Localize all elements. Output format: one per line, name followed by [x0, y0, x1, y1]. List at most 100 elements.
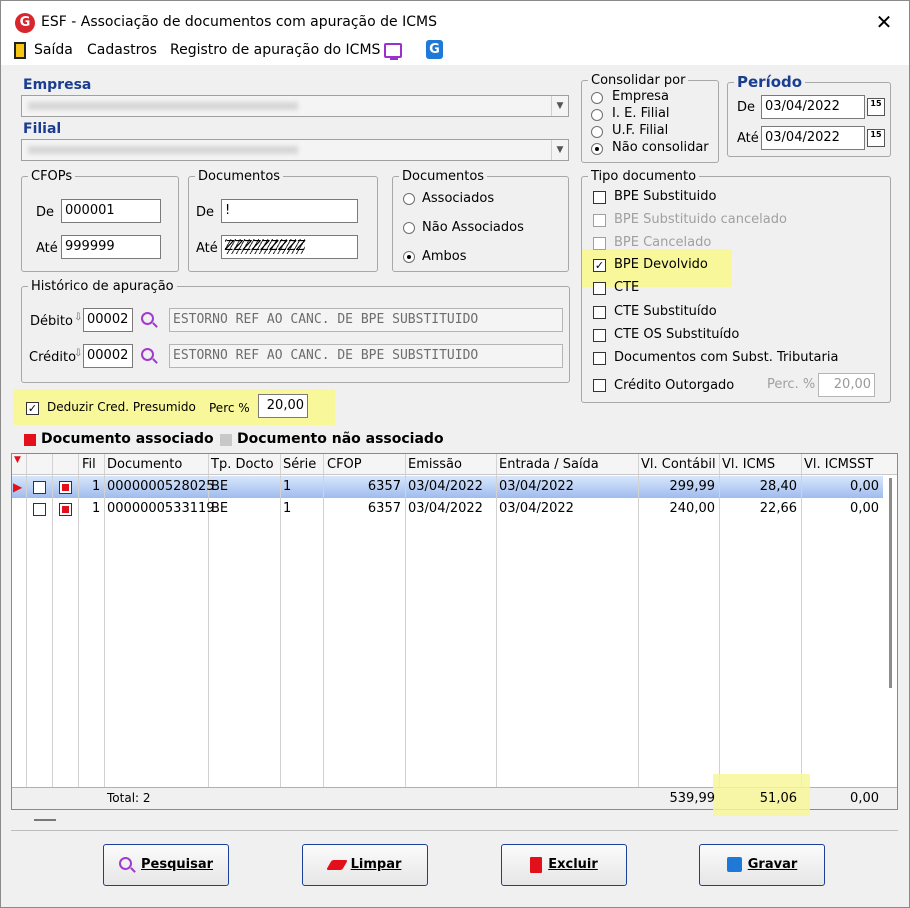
radio-ambos[interactable]: [403, 251, 415, 263]
checkbox-bpe-devolvido[interactable]: ✓: [593, 259, 606, 272]
cfops-de-input[interactable]: 000001: [61, 199, 161, 223]
radio-nao-associados[interactable]: [403, 222, 415, 234]
col-vl-icms[interactable]: Vl. ICMS: [722, 457, 775, 472]
documentos-ate-input[interactable]: ZZZZZZZZZ: [221, 235, 358, 259]
chevron-down-icon[interactable]: ▼: [551, 96, 568, 116]
gravar-button[interactable]: Gravar: [699, 844, 825, 886]
vertical-scrollbar[interactable]: [885, 476, 897, 786]
cfops-ate-input[interactable]: 999999: [61, 235, 161, 259]
checkbox-bpe-substituido[interactable]: [593, 191, 606, 204]
radio-associados[interactable]: [403, 193, 415, 205]
scrollbar-thumb[interactable]: [889, 478, 892, 688]
perc-outorgado-input: 20,00: [818, 373, 875, 397]
cell-vl-contabil: 299,99: [669, 479, 716, 494]
window-title: ESF - Associação de documentos com apura…: [41, 14, 437, 30]
col-emissao[interactable]: Emissão: [408, 457, 462, 472]
filial-blurred-value: [28, 146, 298, 154]
search-icon[interactable]: [141, 348, 154, 361]
horizontal-scroll-handle[interactable]: [34, 819, 56, 821]
col-tp-docto[interactable]: Tp. Docto: [211, 457, 274, 472]
row-checkbox[interactable]: [33, 503, 46, 516]
label-cte-os-substituido[interactable]: CTE OS Substituído: [614, 327, 739, 342]
radio-nao-associados-label[interactable]: Não Associados: [422, 220, 524, 235]
cell-serie: 1: [283, 501, 292, 516]
col-vl-icmsst[interactable]: Vl. ICMSST: [804, 457, 873, 472]
label-credito-outorgado[interactable]: Crédito Outorgado: [614, 378, 734, 393]
chevron-down-icon[interactable]: ▼: [551, 140, 568, 160]
menu-cadastros[interactable]: Cadastros: [87, 42, 157, 58]
exit-door-icon[interactable]: [14, 42, 26, 59]
credito-code-input[interactable]: 00002: [83, 344, 133, 368]
label-bpe-substituido[interactable]: BPE Substituido: [614, 189, 716, 204]
radio-uf-filial[interactable]: [591, 126, 603, 138]
documentos-de-input[interactable]: !: [221, 199, 358, 223]
pesquisar-button[interactable]: Pesquisar: [103, 844, 229, 886]
col-entrada-saida[interactable]: Entrada / Saída: [499, 457, 599, 472]
gravar-label: Gravar: [747, 857, 798, 872]
radio-nao-consolidar-label[interactable]: Não consolidar: [612, 140, 709, 155]
limpar-label: Limpar: [350, 857, 402, 872]
consolidar-legend: Consolidar por: [591, 73, 686, 88]
menu-registro-apuracao[interactable]: Registro de apuração do ICMS: [170, 42, 380, 58]
cell-vl-contabil: 240,00: [669, 501, 716, 516]
calendar-icon[interactable]: 15: [867, 129, 885, 147]
radio-ie-filial[interactable]: [591, 109, 603, 121]
cell-cfop: 6357: [367, 479, 401, 494]
col-documento[interactable]: Documento: [107, 457, 182, 472]
limpar-button[interactable]: Limpar: [302, 844, 428, 886]
legend-associado-label: Documento associado: [41, 431, 214, 447]
deduzir-perc-input[interactable]: 20,00: [258, 394, 308, 418]
radio-ie-filial-label[interactable]: I. E. Filial: [612, 106, 670, 121]
excluir-button[interactable]: Excluir: [501, 844, 627, 886]
menu-saida[interactable]: Saída: [34, 42, 73, 58]
checkbox-subst-tributaria[interactable]: [593, 352, 606, 365]
checkbox-deduzir[interactable]: ✓: [26, 402, 39, 415]
row-status-icon: [59, 503, 72, 516]
credito-desc-input: ESTORNO REF AO CANC. DE BPE SUBSTITUIDO: [169, 344, 563, 368]
periodo-de-input[interactable]: 03/04/2022: [761, 95, 865, 119]
col-fil[interactable]: Fil: [82, 457, 96, 472]
label-bpe-cancelado: BPE Cancelado: [614, 235, 712, 250]
radio-ambos-label[interactable]: Ambos: [422, 249, 467, 264]
radio-associados-label[interactable]: Associados: [422, 191, 494, 206]
eraser-icon: [325, 859, 348, 870]
debito-label: Débito: [30, 314, 73, 329]
empresa-select[interactable]: ▼: [21, 95, 569, 117]
deduzir-label[interactable]: Deduzir Cred. Presumido: [47, 400, 196, 414]
checkbox-credito-outorgado[interactable]: [593, 379, 606, 392]
row-checkbox[interactable]: [33, 481, 46, 494]
col-vl-contabil[interactable]: Vl. Contábil: [641, 457, 716, 472]
label-cte-substituido[interactable]: CTE Substituído: [614, 304, 717, 319]
col-serie[interactable]: Série: [283, 457, 316, 472]
cell-vl-icmsst: 0,00: [850, 501, 879, 516]
total-vl-contabil: 539,99: [669, 791, 716, 806]
radio-nao-consolidar[interactable]: [591, 143, 603, 155]
periodo-ate-input[interactable]: 03/04/2022: [761, 126, 865, 150]
search-icon[interactable]: [141, 312, 154, 325]
label-bpe-devolvido[interactable]: BPE Devolvido: [614, 257, 708, 272]
g-app-icon[interactable]: G: [426, 40, 443, 59]
cell-fil: 1: [92, 479, 101, 494]
main-window: G ESF - Associação de documentos com apu…: [0, 0, 910, 908]
monitor-icon[interactable]: [384, 43, 402, 60]
calendar-icon[interactable]: 15: [867, 98, 885, 116]
label-subst-tributaria[interactable]: Documentos com Subst. Tributaria: [614, 350, 838, 365]
historico-legend: Histórico de apuração: [31, 279, 174, 294]
cell-vl-icms: 22,66: [759, 501, 797, 516]
filial-select[interactable]: ▼: [21, 139, 569, 161]
checkbox-cte-substituido[interactable]: [593, 306, 606, 319]
documentos-ate-value: ZZZZZZZZZ: [225, 239, 306, 254]
documentos-filter-legend: Documentos: [402, 169, 485, 184]
radio-uf-filial-label[interactable]: U.F. Filial: [612, 123, 668, 138]
cell-tp-docto: BE: [211, 501, 229, 516]
close-button[interactable]: ✕: [871, 9, 897, 35]
radio-empresa[interactable]: [591, 92, 603, 104]
label-cte[interactable]: CTE: [614, 280, 639, 295]
col-cfop[interactable]: CFOP: [327, 457, 362, 472]
debito-code-input[interactable]: 00002: [83, 308, 133, 332]
checkbox-cte[interactable]: [593, 282, 606, 295]
checkbox-cte-os-substituido[interactable]: [593, 329, 606, 342]
radio-empresa-label[interactable]: Empresa: [612, 89, 669, 104]
sort-triangle-icon[interactable]: ▼: [14, 455, 21, 465]
cell-cfop: 6357: [367, 501, 401, 516]
